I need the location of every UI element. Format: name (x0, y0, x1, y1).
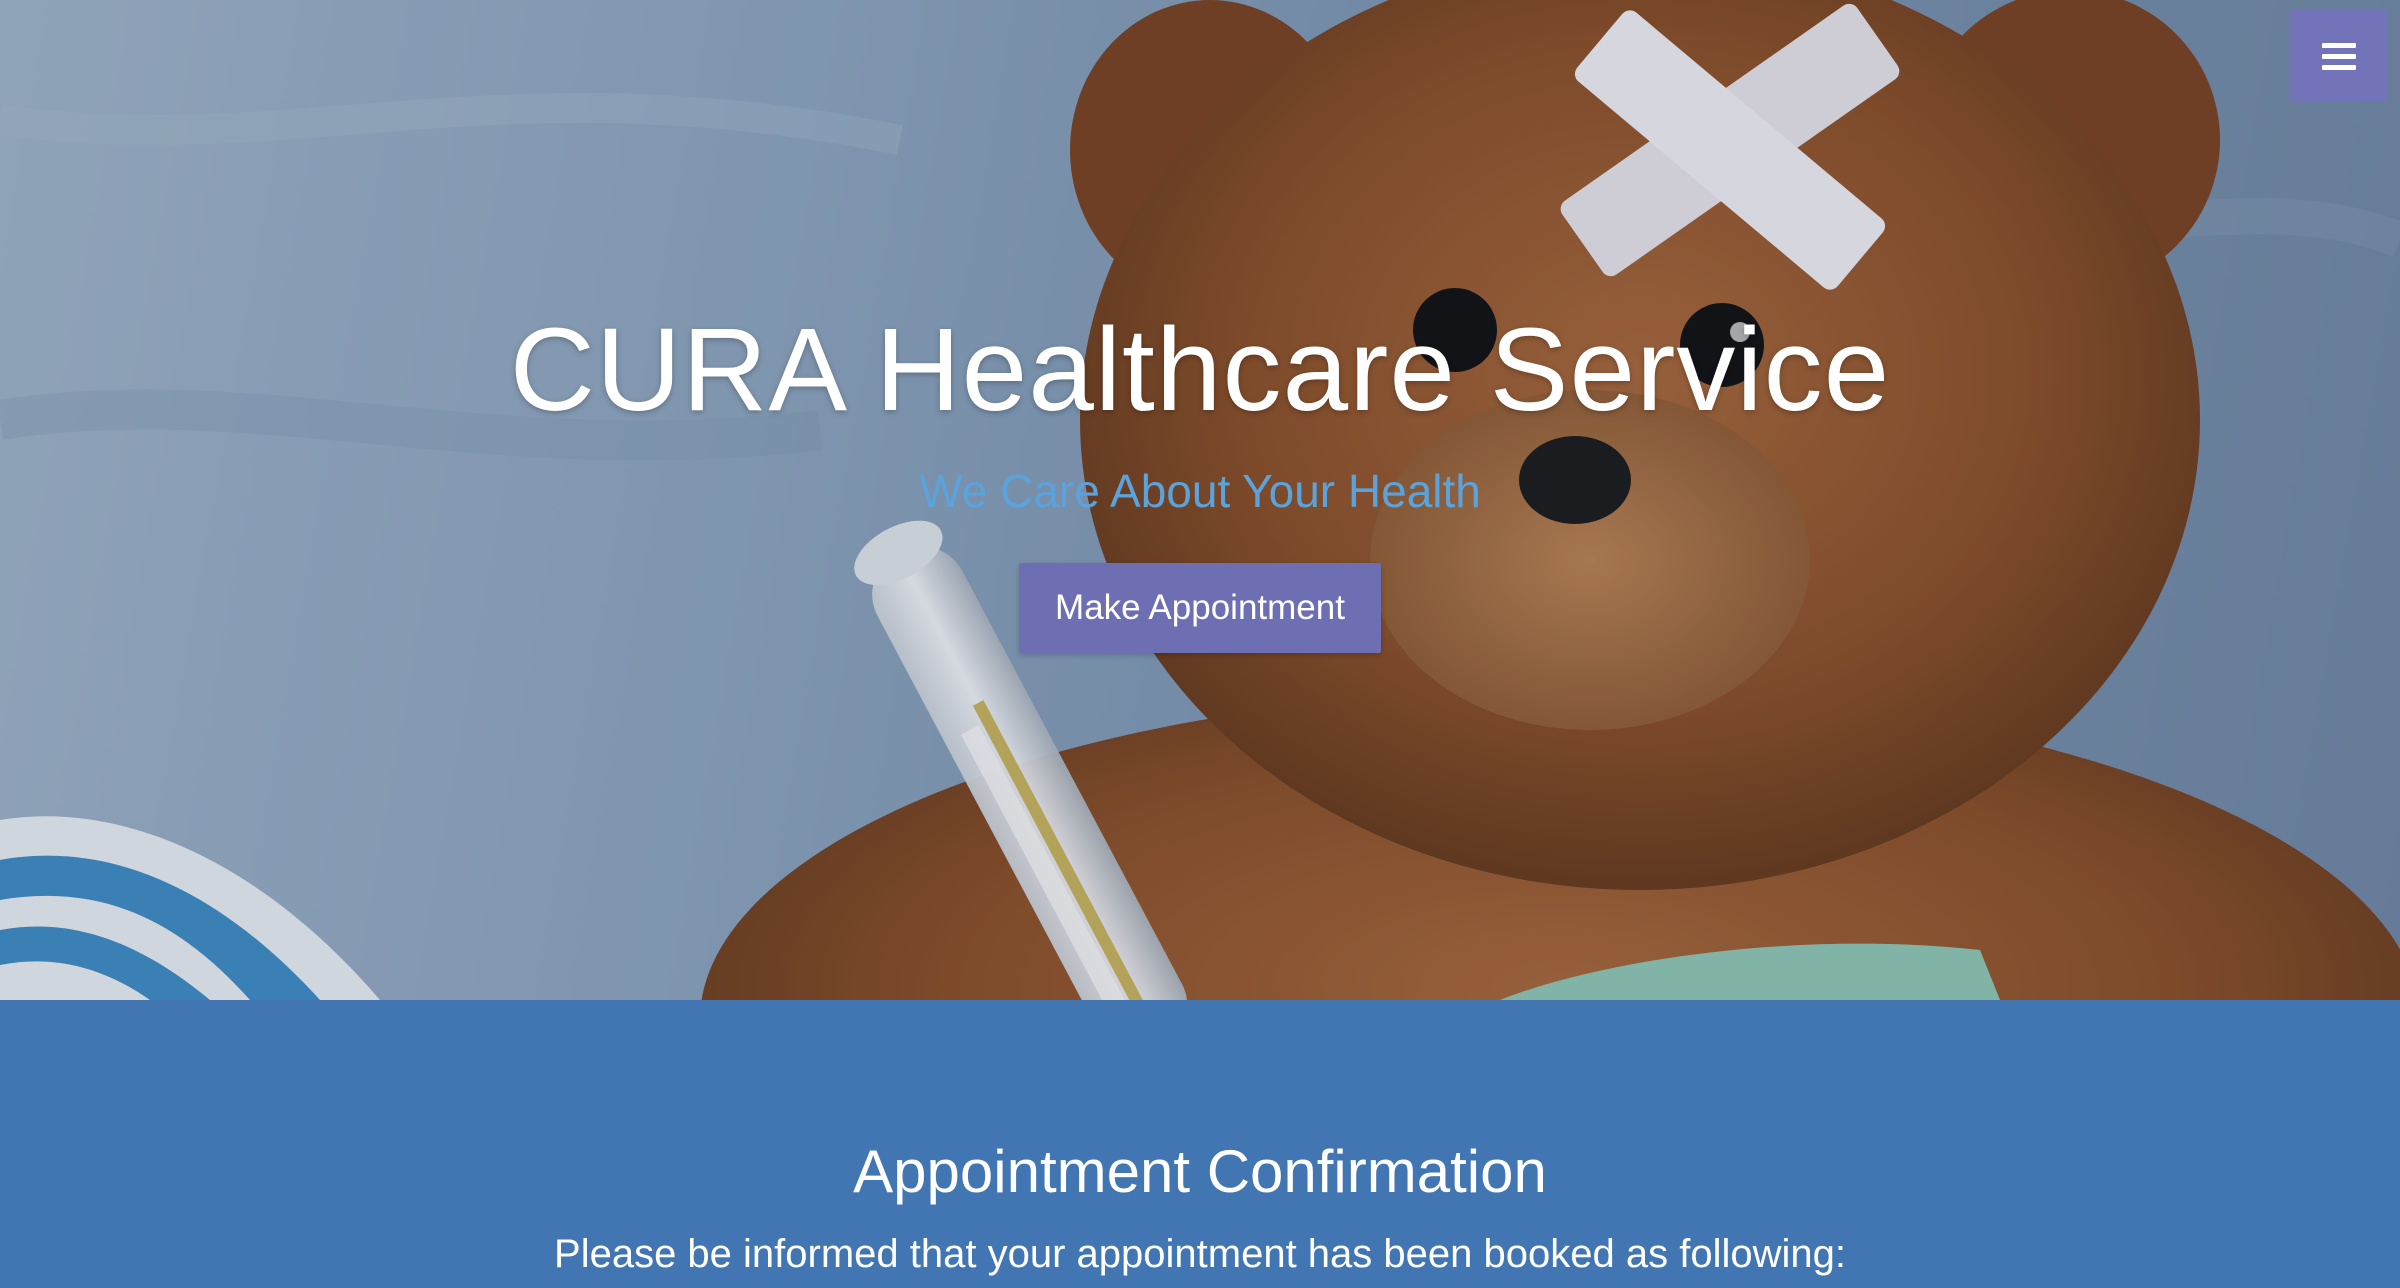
confirmation-message: Please be informed that your appointment… (554, 1232, 1846, 1276)
hero-section: CURA Healthcare Service We Care About Yo… (0, 0, 2400, 1000)
hero-subtitle: We Care About Your Health (919, 464, 1481, 517)
hamburger-menu-icon (2322, 37, 2356, 76)
make-appointment-button[interactable]: Make Appointment (1019, 562, 1381, 653)
page: CURA Healthcare Service We Care About Yo… (0, 0, 2400, 1288)
appointment-confirmation-section: Appointment Confirmation Please be infor… (0, 1000, 2400, 1288)
confirmation-heading: Appointment Confirmation (853, 1138, 1547, 1205)
menu-toggle-button[interactable] (2290, 10, 2388, 102)
hero-title: CURA Healthcare Service (509, 304, 1891, 436)
hero-content: CURA Healthcare Service We Care About Yo… (0, 300, 2400, 653)
